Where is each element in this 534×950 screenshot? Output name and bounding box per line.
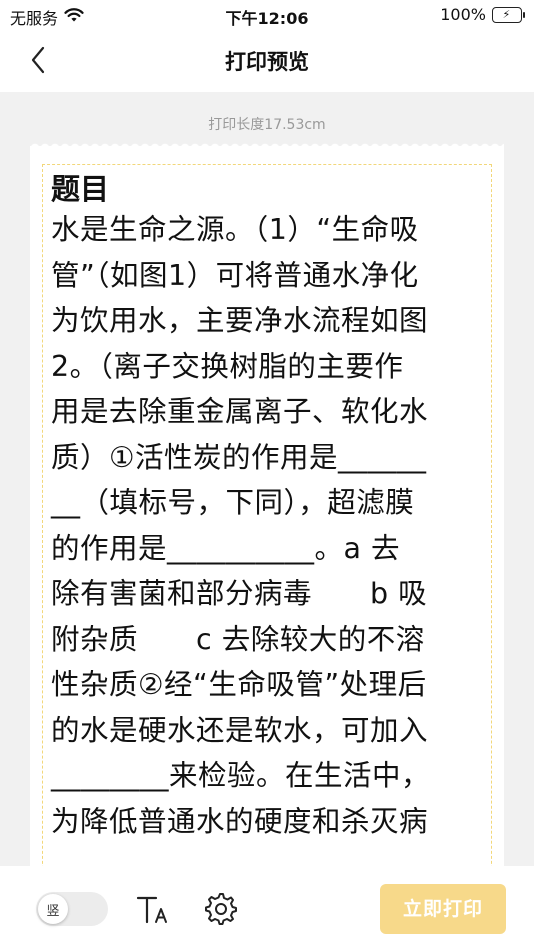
question-line: 水是生命之源。（1）“生命吸 [51, 213, 419, 246]
orientation-toggle-knob: 竖 [38, 894, 68, 924]
orientation-toggle[interactable]: 竖 [36, 892, 108, 926]
question-line: 为饮用水，主要净水流程如图 [51, 304, 429, 337]
status-right: 100% ⚡ [440, 5, 525, 24]
question-line: 2。（离子交换树脂的主要作 [51, 349, 404, 383]
print-length-label: 打印长度17.53cm [208, 117, 326, 133]
orientation-label: 竖 [46, 903, 60, 919]
preview-area[interactable]: 打印长度17.53cm 题目 水是生命之源。（1）“生命吸 管”（如图1）可将普… [0, 92, 534, 866]
question-line: ________来检验。在生活中， [51, 759, 431, 792]
question-line: 的作用是__________。a 去 [51, 531, 401, 565]
print-now-button[interactable]: 立即打印 [380, 884, 506, 934]
nav-bar: 打印预览 [0, 30, 534, 92]
page-title: 打印预览 [225, 50, 309, 74]
question-line: 的水是硬水还是软水，可加入 [51, 713, 429, 747]
battery-percent: 100% [440, 5, 486, 24]
status-bar: 无服务 下午12:06 100% ⚡ [0, 0, 534, 30]
print-paper: 题目 水是生命之源。（1）“生命吸 管”（如图1）可将普通水净化 为饮用水，主要… [30, 146, 504, 866]
font-size-button[interactable] [134, 890, 174, 930]
question-line: 质）①活性炭的作用是______ [51, 440, 427, 474]
question-line: 性杂质②经“生命吸管”处理后 [51, 668, 427, 701]
bottom-toolbar: 竖 立即打印 [0, 866, 534, 950]
question-line: 附杂质 c 去除较大的不溶 [51, 622, 425, 656]
question-line: 为降低普通水的硬度和杀灭病 [51, 804, 429, 838]
battery-icon: ⚡ [492, 6, 525, 23]
question-body: 水是生命之源。（1）“生命吸 管”（如图1）可将普通水净化 为饮用水，主要净水流… [51, 207, 483, 844]
question-line: 管”（如图1）可将普通水净化 [51, 258, 419, 292]
print-content-box: 题目 水是生命之源。（1）“生命吸 管”（如图1）可将普通水净化 为饮用水，主要… [42, 164, 492, 866]
question-heading: 题目 [51, 172, 110, 206]
settings-button[interactable] [202, 890, 240, 928]
gear-icon [205, 893, 237, 925]
question-line: __（填标号，下同），超滤膜 [51, 486, 415, 519]
font-size-icon [136, 896, 167, 924]
question-line: 用是去除重金属离子、软化水 [51, 395, 429, 428]
question-line: 除有害菌和部分病毒 b 吸 [51, 577, 428, 610]
